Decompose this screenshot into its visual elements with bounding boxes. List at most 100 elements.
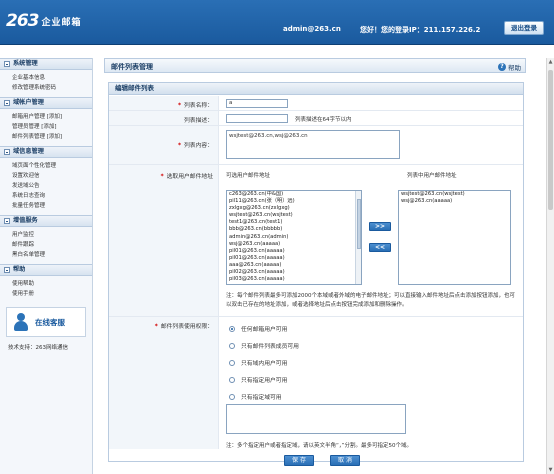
sidebar-item-user-monitor[interactable]: 用户监控: [12, 230, 92, 240]
available-address-item[interactable]: pil11@263.cn(张（明）远): [227, 198, 361, 205]
section-header[interactable]: 域信息管理: [0, 146, 92, 158]
available-address-list[interactable]: c263@263.cn(中&国) pil11@263.cn(张（明）远) zxlgx…: [226, 190, 362, 285]
sidebar-item-system-log[interactable]: 系统日志查询: [12, 191, 92, 201]
collapse-icon[interactable]: [4, 218, 10, 224]
available-address-item[interactable]: pil01@263.cn(aaaaa): [227, 248, 361, 255]
radio-button[interactable]: [229, 376, 235, 383]
sidebar-item-usage-help[interactable]: 使用帮助: [12, 279, 92, 289]
section-header[interactable]: 增值服务: [0, 215, 92, 227]
permission-option[interactable]: 只有指定域可用: [229, 392, 282, 401]
required-mark: *: [177, 103, 181, 109]
help-icon[interactable]: ?: [498, 63, 506, 71]
selected-address-item[interactable]: wsjtest@263.cn(wsjtest): [399, 191, 510, 198]
sidebar-item-manual[interactable]: 使用手册: [12, 289, 92, 299]
sidebar-item-company-info[interactable]: 企业基本信息: [12, 73, 92, 83]
selected-address-list[interactable]: wsjtest@263.cn(wsjtest) wsj@263.cn(aaaaa): [398, 190, 511, 285]
permission-option-label: 任何邮箱用户可用: [241, 327, 288, 333]
cancel-button[interactable]: 取 消: [330, 455, 360, 466]
logo-mark: 263: [6, 11, 39, 31]
list-name-input[interactable]: a: [226, 99, 288, 108]
available-address-item[interactable]: zxlgxg@263.cn(zxlgxg): [227, 205, 361, 212]
available-address-item[interactable]: wsjtest@263.cn(wsjtest): [227, 212, 361, 219]
list-content-textarea[interactable]: wsjtest@263.cn,wsj@263.cn: [226, 130, 400, 159]
sidebar-item-announcement[interactable]: 发送域公告: [12, 181, 92, 191]
sidebar-item-blacklist[interactable]: 黑白名单管理: [12, 250, 92, 260]
scroll-thumb[interactable]: [548, 70, 553, 210]
selected-address-item[interactable]: wsj@263.cn(aaaaa): [399, 198, 510, 205]
select-label: 选取用户邮件地址: [166, 174, 213, 180]
section-header[interactable]: 帮助: [0, 264, 92, 276]
permission-option[interactable]: 只有域内用户可用: [229, 358, 287, 367]
required-mark: *: [154, 324, 158, 330]
sidebar-item-change-password[interactable]: 修改管理系统密码: [12, 83, 92, 93]
collapse-icon[interactable]: [4, 100, 10, 106]
save-button[interactable]: 保 存: [284, 455, 314, 466]
page-title-bar: 邮件列表管理 ? 帮助: [104, 58, 526, 73]
logout-button[interactable]: 退出登录: [504, 21, 544, 35]
top-header: 263 企业邮箱 admin@263.cn 您好！您的登录IP：211.157.…: [0, 0, 554, 45]
collapse-icon[interactable]: [4, 61, 10, 67]
available-address-item[interactable]: pil03@263.cn(aaaaa): [227, 276, 361, 283]
permission-option-label: 只有指定用户可用: [241, 378, 288, 384]
permission-option[interactable]: 只有邮件列表成员可用: [229, 341, 299, 350]
help-link[interactable]: ? 帮助: [498, 62, 521, 72]
perm-note: 注：多个指定用户或者指定域，请以英文半角“，”分割。最多可指定50个域。: [226, 443, 412, 449]
move-right-button[interactable]: >>: [369, 222, 391, 231]
row-name: * 列表名称： a: [109, 96, 523, 111]
page-title: 邮件列表管理: [111, 63, 153, 71]
radio-button[interactable]: [229, 393, 235, 400]
scroll-down-icon[interactable]: ▼: [548, 467, 553, 473]
content-label: 列表内容：: [184, 143, 213, 149]
available-address-item[interactable]: bbb@263.cn(bbbbb): [227, 226, 361, 233]
sidebar: 系统管理 企业基本信息 修改管理系统密码 域帐户管理 邮箱用户管理 [添加] 管…: [0, 58, 93, 474]
collapse-icon[interactable]: [4, 267, 10, 273]
tech-support: 技术支持：263网络通信: [8, 345, 68, 351]
available-address-item[interactable]: admin@263.cn(admin): [227, 234, 361, 241]
sidebar-item-mail-trace[interactable]: 邮件跟踪: [12, 240, 92, 250]
list-scrollbar[interactable]: [355, 191, 361, 284]
radio-button[interactable]: [229, 359, 235, 366]
radio-button[interactable]: [229, 342, 235, 349]
row-content: * 列表内容： wsjtest@263.cn,wsj@263.cn: [109, 126, 523, 165]
required-mark: *: [160, 174, 164, 180]
permission-option[interactable]: 任何邮箱用户可用: [229, 324, 287, 333]
panel-title: 编辑邮件列表: [109, 83, 523, 95]
permission-option-label: 只有邮件列表成员可用: [241, 344, 299, 350]
sidebar-item-mail-users[interactable]: 邮箱用户管理 [添加]: [12, 112, 92, 122]
scroll-up-icon[interactable]: ▲: [548, 59, 553, 65]
sidebar-item-welcome-letter[interactable]: 设置欢迎信: [12, 171, 92, 181]
sidebar-item-personalize[interactable]: 域页面个性化管理: [12, 161, 92, 171]
permission-option[interactable]: 只有指定用户可用: [229, 375, 287, 384]
logo-text: 企业邮箱: [41, 17, 82, 28]
select-note: 注：每个邮件列表最多可添加2000个本域或者外域的电子邮件地址；可以直接输入邮件…: [226, 293, 516, 308]
available-address-item[interactable]: pil01@263.cn(aaaaa): [227, 255, 361, 262]
available-address-item[interactable]: wsj@263.cn(aaaaa): [227, 241, 361, 248]
welcome-ip: 您好！您的登录IP：211.157.226.2: [360, 26, 481, 34]
available-address-item[interactable]: aaa@263.cn(aaaaa): [227, 262, 361, 269]
list-description-input[interactable]: [226, 114, 288, 123]
permission-detail-textarea[interactable]: [226, 404, 406, 434]
row-description: 列表描述： 列表描述在64字节以内: [109, 111, 523, 126]
permission-option-label: 只有指定域可用: [241, 395, 282, 401]
sidebar-item-batch-tasks[interactable]: 批量任务管理: [12, 201, 92, 211]
section-header[interactable]: 系统管理: [0, 58, 92, 70]
action-bar: 保 存 取 消: [108, 453, 524, 467]
sidebar-item-admins[interactable]: 管理员管理 [添加]: [12, 122, 92, 132]
selected-header: 列表中用户邮件地址: [407, 173, 457, 179]
logo: 263 企业邮箱: [6, 10, 82, 32]
sidebar-item-mail-lists[interactable]: 邮件列表管理 [添加]: [12, 132, 92, 142]
move-left-button[interactable]: <<: [369, 243, 391, 252]
available-address-item[interactable]: test1@263.cn(test1): [227, 219, 361, 226]
row-select-users: * 选取用户邮件地址 可选用户邮件地址 列表中用户邮件地址 c263@263.cn…: [109, 165, 523, 317]
section-header[interactable]: 域帐户管理: [0, 97, 92, 109]
required-mark: *: [177, 143, 181, 149]
radio-button[interactable]: [229, 325, 235, 332]
online-service-button[interactable]: 在线客服: [6, 307, 86, 337]
available-address-item[interactable]: pil02@263.cn(aaaaa): [227, 269, 361, 276]
edit-list-panel: 编辑邮件列表 * 列表名称： a 列表描述： 列表描述在64字节以内 * 列表内容：…: [108, 82, 524, 462]
collapse-icon[interactable]: [4, 149, 10, 155]
person-icon: [13, 313, 29, 331]
sidebar-section-help: 帮助 使用帮助 使用手册: [0, 264, 92, 303]
page-scrollbar[interactable]: ▲ ▼: [546, 58, 554, 474]
sidebar-section-value-added: 增值服务 用户监控 邮件跟踪 黑白名单管理: [0, 215, 92, 264]
